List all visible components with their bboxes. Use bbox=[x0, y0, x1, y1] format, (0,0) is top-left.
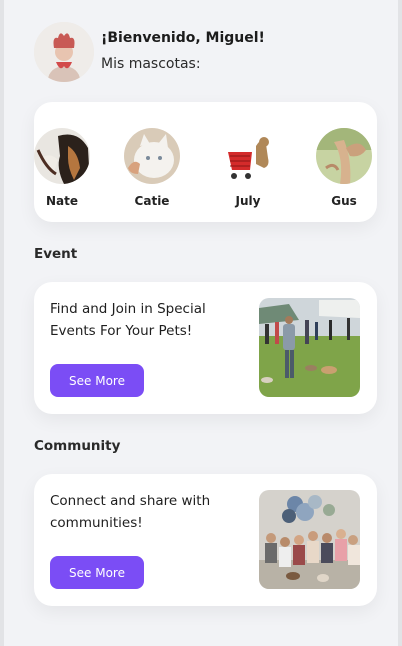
event-description: Find and Join in Special Events For Your… bbox=[50, 301, 206, 339]
pet-item-gus[interactable]: Gus bbox=[304, 128, 377, 208]
pet-item-july[interactable]: July bbox=[208, 128, 288, 208]
right-edge bbox=[398, 0, 402, 646]
pets-carousel[interactable]: Nate Catie July Gus bbox=[34, 102, 377, 222]
dog-cart-photo-icon bbox=[220, 128, 276, 184]
community-see-more-button[interactable]: See More bbox=[50, 556, 144, 589]
community-description: Connect and share with communities! bbox=[50, 493, 211, 531]
user-avatar[interactable] bbox=[34, 22, 94, 82]
pet-item-catie[interactable]: Catie bbox=[112, 128, 192, 208]
event-thumbnail bbox=[259, 298, 360, 397]
community-section-title: Community bbox=[34, 438, 121, 454]
pet-item-nate[interactable]: Nate bbox=[34, 128, 102, 208]
pet-photo-icon bbox=[316, 128, 372, 184]
event-see-more-button[interactable]: See More bbox=[50, 364, 144, 397]
community-card: Connect and share with communities! See … bbox=[34, 474, 377, 606]
event-card: Find and Join in Special Events For Your… bbox=[34, 282, 377, 414]
app-screen: ¡Bienvenido, Miguel! Mis mascotas: Nate bbox=[4, 0, 398, 646]
community-thumbnail bbox=[259, 490, 360, 589]
pet-name: Gus bbox=[331, 194, 357, 208]
pet-name: July bbox=[235, 194, 261, 208]
event-section-title: Event bbox=[34, 246, 78, 262]
pet-name: Nate bbox=[45, 194, 78, 208]
welcome-greeting: ¡Bienvenido, Miguel! bbox=[101, 30, 265, 46]
dog-photo-icon bbox=[34, 128, 90, 184]
pet-name: Catie bbox=[134, 194, 170, 208]
cat-photo-icon bbox=[124, 128, 180, 184]
my-pets-label: Mis mascotas: bbox=[101, 56, 201, 72]
